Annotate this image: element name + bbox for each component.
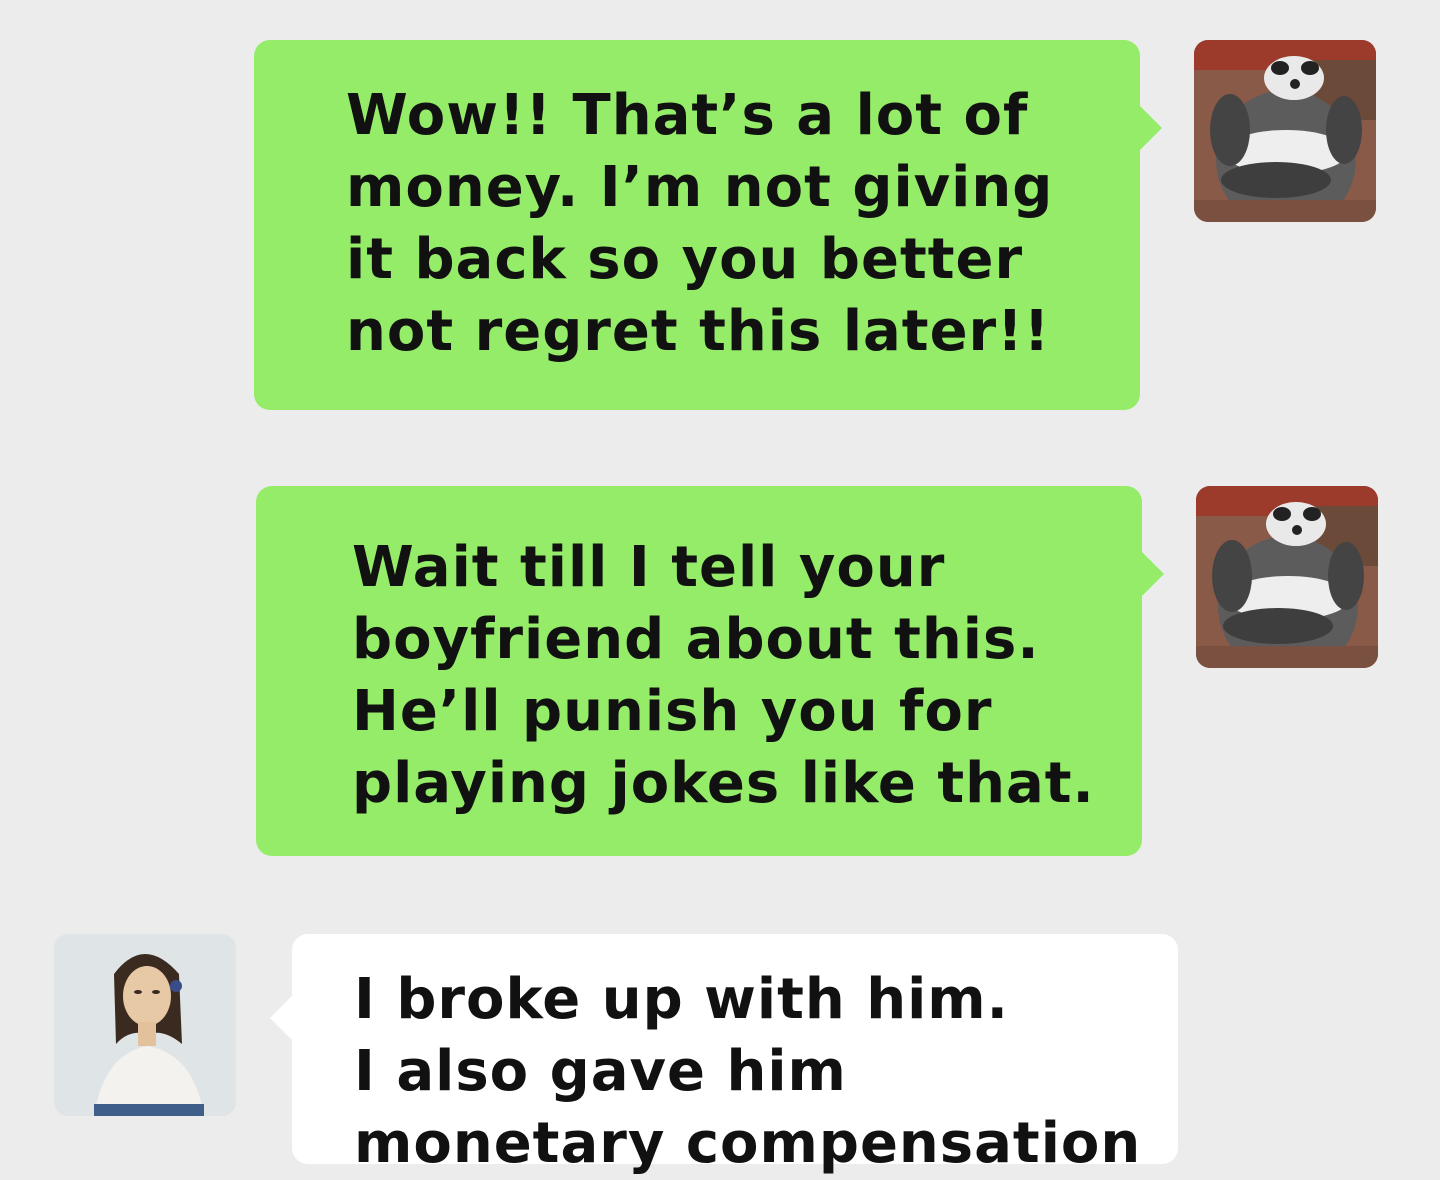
panda-avatar-image: [1196, 486, 1378, 668]
message-bubble-incoming[interactable]: I broke up with him. I also gave him mon…: [270, 934, 1178, 1176]
panda-avatar[interactable]: [1196, 486, 1378, 668]
chat-thread: Wow!! That’s a lot of money. I’m not giv…: [0, 0, 1440, 1176]
message-bubble-outgoing[interactable]: Wow!! That’s a lot of money. I’m not giv…: [254, 40, 1162, 410]
panda-avatar[interactable]: [1194, 40, 1376, 222]
message-text: Wow!! That’s a lot of money. I’m not giv…: [346, 83, 1054, 364]
message-bubble-outgoing[interactable]: Wait till I tell your boyfriend about th…: [256, 486, 1164, 856]
message-text: I broke up with him. I also gave him mon…: [354, 967, 1142, 1176]
panda-avatar-image: [1194, 40, 1376, 222]
woman-portrait-avatar-image: [54, 934, 236, 1116]
bubble-tail: [1140, 106, 1162, 150]
bubble-tail: [1142, 552, 1164, 596]
message-text: Wait till I tell your boyfriend about th…: [352, 535, 1095, 816]
woman-portrait-avatar[interactable]: [54, 934, 236, 1116]
bubble-tail: [270, 996, 292, 1040]
